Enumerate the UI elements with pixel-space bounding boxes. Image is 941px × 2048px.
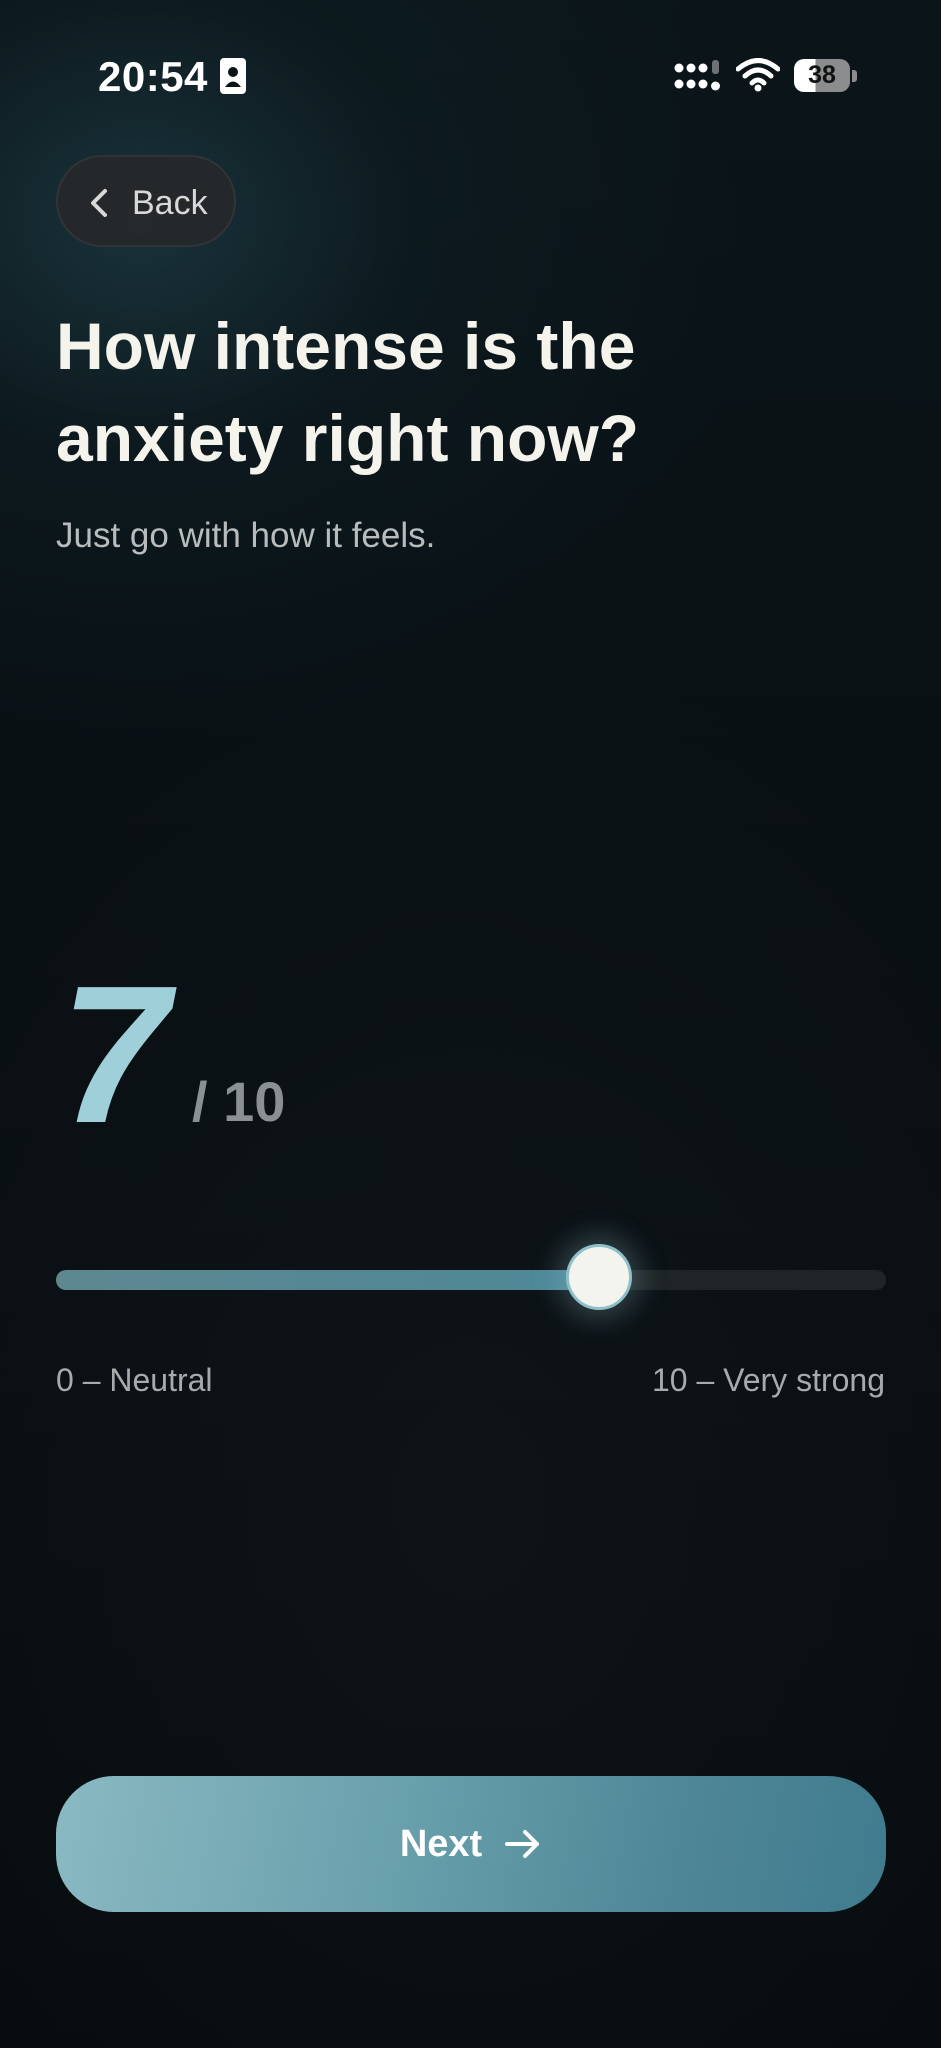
arrow-right-icon [505, 1830, 540, 1858]
wifi-icon [736, 58, 780, 92]
next-button[interactable]: Next [56, 1776, 886, 1912]
back-label: Back [132, 184, 208, 222]
chevron-left-icon [91, 189, 107, 217]
sim-card-icon [220, 58, 246, 94]
intensity-value: 7 [60, 945, 169, 1164]
back-button[interactable]: Back [56, 155, 236, 247]
intensity-slider[interactable] [56, 1240, 886, 1320]
scale-min-label: 0 – Neutral [56, 1362, 213, 1398]
intensity-max: / 10 [192, 1070, 286, 1133]
slider-fill [56, 1270, 599, 1290]
scale-max-label: 10 – Very strong [651, 1362, 885, 1398]
cellular-signal-icon [674, 60, 720, 91]
battery-cap [852, 70, 857, 82]
battery-icon: 38 [794, 59, 858, 92]
next-button-content: Next [400, 1822, 542, 1866]
page-title: How intense is the anxiety right now? [56, 309, 640, 475]
status-time: 20:54 [98, 53, 208, 100]
slider-thumb[interactable] [566, 1244, 632, 1310]
page-subtitle: Just go with how it feels. [56, 516, 436, 555]
status-bar: 20:54 38 [0, 0, 941, 140]
battery-level: 38 [808, 61, 836, 89]
intensity-screen: 20:54 38 Back How intense is the anxiety… [0, 0, 941, 2048]
next-label: Next [399, 1823, 483, 1865]
